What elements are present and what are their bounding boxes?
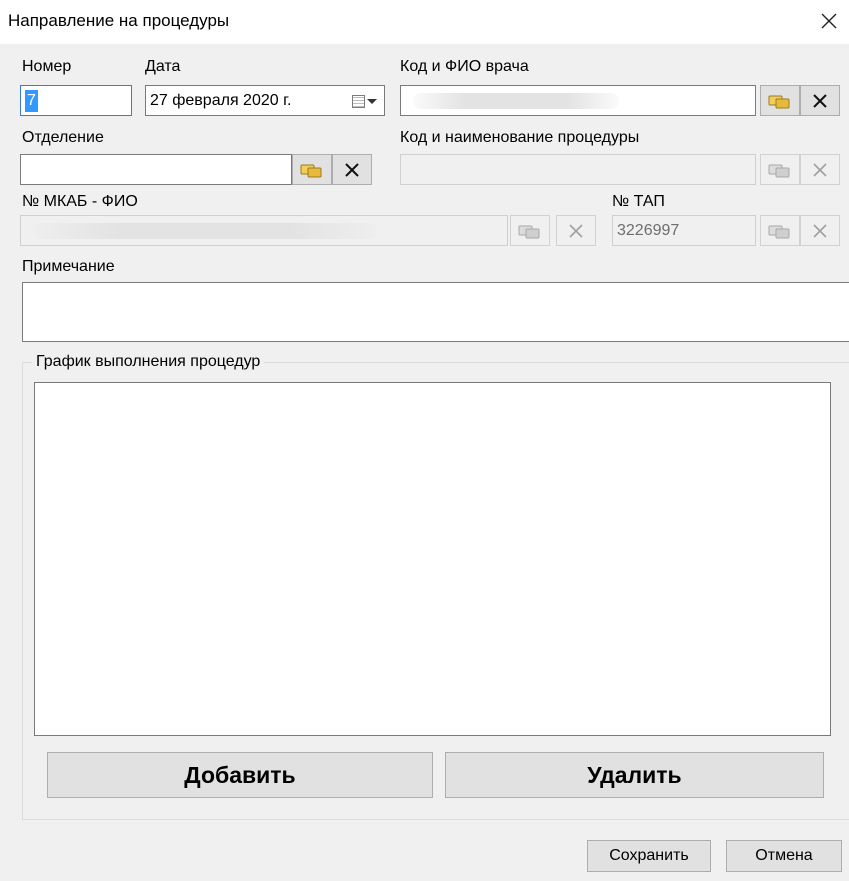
tap-clear-button [800, 215, 840, 246]
doctor-lookup-button[interactable] [760, 85, 800, 116]
lookup-icon [768, 225, 790, 238]
number-value: 7 [25, 90, 38, 112]
procedure-lookup-button [760, 154, 800, 185]
note-textarea[interactable] [22, 282, 849, 342]
clear-x-icon [345, 162, 359, 177]
add-button[interactable]: Добавить [47, 752, 433, 798]
date-value: 27 февраля 2020 г. [150, 92, 292, 109]
tap-value: 3226997 [617, 222, 680, 239]
tap-field: 3226997 [612, 215, 756, 246]
clear-x-icon [813, 162, 827, 177]
procedure-field [400, 154, 756, 185]
window-title: Направление на процедуры [8, 11, 230, 30]
delete-button[interactable]: Удалить [445, 752, 824, 798]
mkab-field [20, 215, 508, 246]
redacted-text [33, 223, 377, 239]
department-label: Отделение [22, 129, 104, 146]
clear-x-icon [813, 93, 827, 108]
cancel-button[interactable]: Отмена [726, 840, 842, 872]
lookup-icon [768, 164, 790, 177]
lookup-icon [518, 225, 540, 238]
procedure-clear-button [800, 154, 840, 185]
department-clear-button[interactable] [332, 154, 372, 185]
tap-lookup-button [760, 215, 800, 246]
mkab-label: № МКАБ - ФИО [22, 193, 138, 210]
calendar-dropdown-icon[interactable] [352, 92, 380, 110]
date-label: Дата [145, 58, 181, 75]
number-field[interactable]: 7 [20, 85, 132, 116]
redacted-text [413, 93, 619, 109]
clear-x-icon [569, 223, 583, 238]
close-icon[interactable] [820, 12, 838, 30]
save-button[interactable]: Сохранить [587, 840, 711, 872]
schedule-title: График выполнения процедур [32, 353, 265, 371]
lookup-icon [300, 164, 322, 177]
schedule-list[interactable] [34, 382, 831, 736]
title-bar: Направление на процедуры [0, 0, 849, 44]
mkab-lookup-button [510, 215, 550, 246]
note-label: Примечание [22, 258, 115, 275]
doctor-label: Код и ФИО врача [400, 58, 529, 75]
number-label: Номер [22, 58, 72, 75]
mkab-clear-button [556, 215, 596, 246]
doctor-clear-button[interactable] [800, 85, 840, 116]
department-field[interactable] [20, 154, 292, 185]
department-lookup-button[interactable] [292, 154, 332, 185]
tap-label: № ТАП [612, 193, 665, 210]
doctor-field[interactable] [400, 85, 756, 116]
date-picker[interactable]: 27 февраля 2020 г. [145, 85, 385, 116]
procedure-label: Код и наименование процедуры [400, 129, 640, 146]
clear-x-icon [813, 223, 827, 238]
lookup-icon [768, 95, 790, 108]
